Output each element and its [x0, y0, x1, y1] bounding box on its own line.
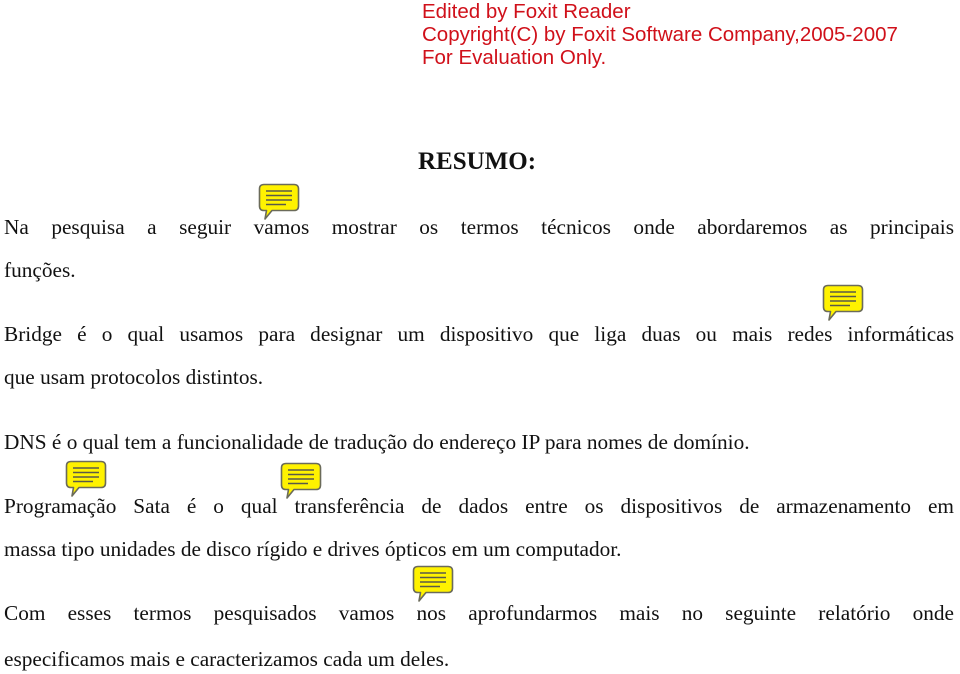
paragraph-line: massa tipo unidades de disco rígido e dr…	[4, 537, 622, 561]
paragraph-line: DNS é o qual tem a funcionalidade de tra…	[4, 430, 750, 454]
watermark-line: Edited by Foxit Reader	[422, 0, 631, 23]
watermark-line: Copyright(C) by Foxit Software Company,2…	[422, 23, 898, 46]
paragraph-line: que usam protocolos distintos.	[4, 365, 264, 389]
paragraph-line: Na pesquisa a seguir vamos mostrar os te…	[4, 215, 954, 239]
paragraph-line: especificamos mais e caracterizamos cada…	[4, 647, 450, 671]
comment-note-icon[interactable]	[258, 183, 300, 221]
paragraph-line: funções.	[4, 258, 76, 282]
paragraph-line: Programação Sata é o qual transferência …	[4, 494, 954, 518]
document-heading: RESUMO:	[418, 148, 537, 175]
comment-note-icon[interactable]	[65, 460, 107, 498]
evaluation-watermark: Edited by Foxit Reader Copyright(C) by F…	[422, 0, 898, 69]
paragraph-line: Bridge é o qual usamos para designar um …	[4, 322, 954, 346]
comment-note-icon[interactable]	[280, 462, 322, 500]
comment-note-icon[interactable]	[822, 284, 864, 322]
comment-note-icon[interactable]	[412, 565, 454, 603]
paragraph-line: Com esses termos pesquisados vamos nos a…	[4, 601, 954, 625]
watermark-line: For Evaluation Only.	[422, 46, 607, 69]
